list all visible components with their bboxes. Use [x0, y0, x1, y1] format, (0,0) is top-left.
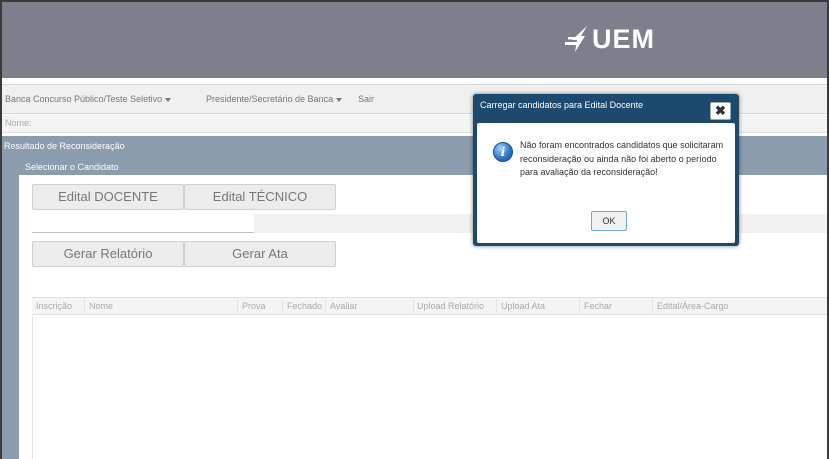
column-separator [84, 299, 85, 313]
uem-logo: UEM [565, 24, 655, 54]
info-icon: i [493, 142, 513, 162]
column-separator [579, 299, 580, 313]
nome-label: Nome: [5, 118, 32, 128]
app-window: UEM Banca Concurso Público/Teste Seletiv… [0, 0, 829, 459]
menu-item-label: Sair [358, 94, 375, 104]
column-header-edital-area-cargo[interactable]: Edital/Área-Cargo [657, 301, 729, 311]
menu-item-presidente-secretario[interactable]: Presidente/Secretário de Banca [206, 94, 343, 104]
menu-item-banca-concurso[interactable]: Banca Concurso Público/Teste Seletivo [5, 94, 172, 104]
column-separator [413, 299, 414, 313]
column-header-inscricao[interactable]: Inscrição [36, 301, 72, 311]
column-separator [237, 299, 238, 313]
dialog-message: Não foram encontrados candidatos que sol… [520, 140, 724, 177]
column-header-nome[interactable]: Nome [89, 301, 113, 311]
column-separator [496, 299, 497, 313]
select-panel-title: Selecionar o Candidato [25, 162, 119, 172]
grid-body [32, 316, 827, 459]
result-panel-title: Resultado de Reconsideração [4, 141, 125, 151]
load-candidates-dialog: Carregar candidatos para Edital Docente … [473, 94, 739, 246]
gerar-ata-button[interactable]: Gerar Ata [184, 241, 336, 267]
header-bar: UEM [2, 2, 827, 78]
column-header-upload-ata[interactable]: Upload Ata [501, 301, 545, 311]
column-header-fechar[interactable]: Fechar [584, 301, 612, 311]
column-header-fechado[interactable]: Fechado [287, 301, 322, 311]
logo-text: UEM [592, 23, 655, 54]
dialog-title: Carregar candidatos para Edital Docente [480, 100, 644, 110]
column-separator [325, 299, 326, 313]
caret-down-icon [165, 97, 172, 102]
caret-down-icon [336, 97, 343, 102]
grid-header: Inscrição Nome Prova Fechado Avaliar Upl… [32, 297, 827, 315]
menu-item-label: Banca Concurso Público/Teste Seletivo [5, 94, 163, 104]
column-separator [282, 299, 283, 313]
menu-item-sair[interactable]: Sair [358, 94, 374, 104]
close-icon[interactable]: ✖ [710, 102, 731, 120]
column-separator [652, 299, 653, 313]
gerar-relatorio-button[interactable]: Gerar Relatório [32, 241, 184, 267]
tab-underline [32, 232, 254, 233]
edital-tecnico-button[interactable]: Edital TÉCNICO [184, 184, 336, 210]
ok-button[interactable]: OK [591, 211, 627, 231]
edital-docente-button[interactable]: Edital DOCENTE [32, 184, 184, 210]
dialog-body: i Não foram encontrados candidatos que s… [477, 123, 735, 243]
column-header-prova[interactable]: Prova [242, 301, 266, 311]
logo-emblem-icon [565, 26, 587, 52]
menu-item-label: Presidente/Secretário de Banca [206, 94, 334, 104]
column-header-upload-relatorio[interactable]: Upload Relatório [417, 301, 484, 311]
column-header-avaliar[interactable]: Avaliar [330, 301, 357, 311]
